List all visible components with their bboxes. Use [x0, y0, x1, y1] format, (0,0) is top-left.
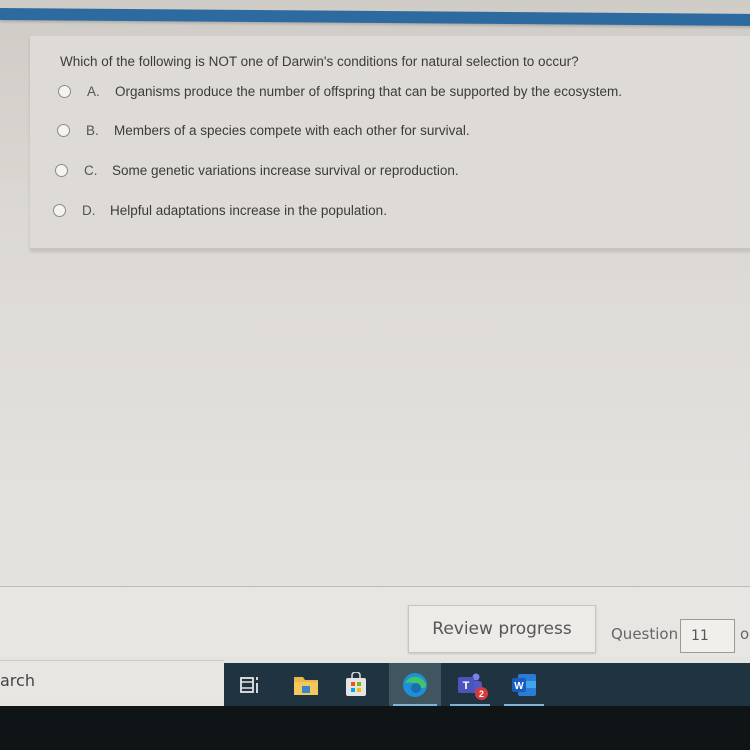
store-icon: [346, 671, 366, 696]
word-icon: W: [512, 673, 536, 696]
option-text: Helpful adaptations increase in the popu…: [110, 203, 387, 218]
edge-button[interactable]: [389, 663, 441, 706]
option-c[interactable]: C. Some genetic variations increase surv…: [55, 163, 459, 178]
teams-letter: T: [463, 680, 470, 692]
folder-icon: [294, 676, 318, 695]
option-b[interactable]: B. Members of a species compete with eac…: [57, 123, 470, 138]
option-letter: D.: [82, 203, 96, 218]
radio-button[interactable]: [55, 164, 68, 177]
option-letter: C.: [84, 163, 98, 178]
radio-button[interactable]: [58, 85, 71, 98]
option-letter: A.: [87, 84, 100, 99]
question-prompt: Which of the following is NOT one of Dar…: [60, 54, 579, 69]
question-label: Question: [611, 625, 679, 643]
teams-notification-badge: 2: [475, 687, 488, 700]
edge-icon: [403, 672, 427, 697]
footer: [0, 587, 750, 657]
task-view-button[interactable]: [226, 663, 274, 706]
radio-button[interactable]: [57, 124, 70, 137]
option-text: Members of a species compete with each o…: [114, 123, 470, 138]
taskbar-search-text: arch: [0, 671, 35, 690]
radio-button[interactable]: [53, 204, 66, 217]
option-d[interactable]: D. Helpful adaptations increase in the p…: [53, 203, 387, 218]
file-explorer-button[interactable]: [282, 663, 330, 706]
monitor-bezel: [0, 706, 750, 750]
question-number-input[interactable]: 11: [680, 619, 735, 653]
word-letter: W: [514, 681, 524, 692]
microsoft-store-button[interactable]: [332, 663, 380, 706]
option-letter: B.: [86, 123, 99, 138]
teams-button[interactable]: T 2: [446, 663, 494, 706]
word-button[interactable]: W: [500, 663, 548, 706]
review-progress-button[interactable]: Review progress: [408, 605, 596, 653]
option-a[interactable]: A. Organisms produce the number of offsp…: [58, 84, 622, 99]
task-view-icon: [240, 676, 258, 693]
option-text: Some genetic variations increase surviva…: [112, 163, 459, 178]
option-text: Organisms produce the number of offsprin…: [115, 84, 623, 99]
of-label: o: [740, 625, 750, 643]
